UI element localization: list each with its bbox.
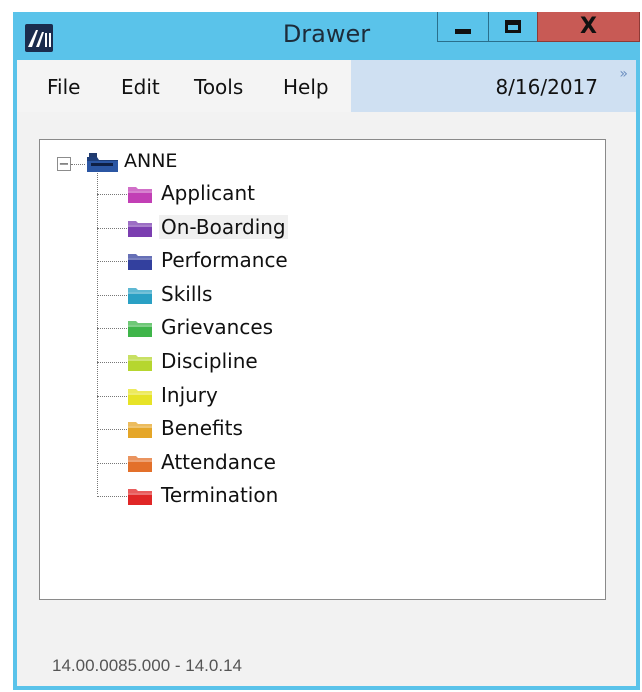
drawer-window: Drawer X File Edit Tools Help 8/16/2017 … <box>13 12 640 690</box>
menu-edit[interactable]: Edit <box>121 75 160 99</box>
tree-connector <box>97 362 127 363</box>
version-label: 14.00.0085.000 - 14.0.14 <box>52 656 242 675</box>
drawer-tree[interactable]: − ANNE Applicant On-Boarding Performance Sk… <box>39 139 606 600</box>
tree-item[interactable]: Attendance <box>97 448 517 478</box>
maximize-button[interactable] <box>488 12 538 42</box>
tree-connector <box>97 328 127 330</box>
tree-item-label[interactable]: Termination <box>159 483 280 507</box>
tree-item-label[interactable]: Discipline <box>159 349 260 373</box>
menu-tools[interactable]: Tools <box>194 75 243 99</box>
tree-root-label[interactable]: ANNE <box>124 150 177 172</box>
folder-icon <box>128 388 152 405</box>
tree-connector <box>97 294 127 296</box>
tree-item[interactable]: Termination <box>97 481 517 511</box>
menu-file[interactable]: File <box>47 75 80 99</box>
overflow-chevron-icon[interactable]: » <box>619 66 628 82</box>
folder-icon <box>128 455 152 472</box>
tree-item[interactable]: On-Boarding <box>97 213 517 243</box>
tree-item-label[interactable]: Injury <box>159 383 220 407</box>
close-icon: X <box>580 14 597 39</box>
tree-item[interactable]: Benefits <box>97 414 517 444</box>
blue-drawer-icon[interactable] <box>85 152 121 174</box>
client-area: File Edit Tools Help 8/16/2017 » − ANNE … <box>17 60 636 686</box>
menu-bar: File Edit Tools Help 8/16/2017 » <box>17 60 636 112</box>
title-bar[interactable]: Drawer X <box>13 12 640 60</box>
current-date: 8/16/2017 <box>495 75 598 99</box>
maximize-icon <box>505 20 521 33</box>
tree-connector <box>97 194 127 195</box>
folder-icon <box>128 254 152 271</box>
folder-icon <box>128 287 152 304</box>
tree-item-label[interactable]: Attendance <box>159 450 278 474</box>
tree-connector <box>97 261 127 263</box>
tree-connector <box>97 395 127 397</box>
tree-connector <box>71 164 85 165</box>
folder-icon <box>128 321 152 338</box>
tree-item[interactable]: Discipline <box>97 347 517 377</box>
tree-item[interactable]: Applicant <box>97 179 517 209</box>
close-button[interactable]: X <box>537 12 640 42</box>
minimize-icon <box>455 29 471 34</box>
tree-item-label[interactable]: Skills <box>159 282 214 306</box>
folder-icon <box>128 422 152 439</box>
tree-item-label[interactable]: On-Boarding <box>159 214 288 239</box>
tree-item[interactable]: Skills <box>97 280 517 310</box>
tree-item[interactable]: Injury <box>97 381 517 411</box>
menu-help[interactable]: Help <box>283 75 329 99</box>
tree-connector <box>97 496 127 498</box>
tree-connector <box>97 227 127 229</box>
tree-item-label[interactable]: Grievances <box>159 315 275 339</box>
tree-item-label[interactable]: Performance <box>159 248 290 272</box>
collapse-toggle-icon[interactable]: − <box>57 157 71 171</box>
tree-item[interactable]: Performance <box>97 246 517 276</box>
tree-connector <box>97 429 127 431</box>
tree-item[interactable]: Grievances <box>97 313 517 343</box>
minimize-button[interactable] <box>437 12 489 42</box>
tree-connector <box>97 462 127 464</box>
folder-icon <box>128 489 152 506</box>
tree-item-label[interactable]: Benefits <box>159 416 245 440</box>
folder-icon <box>128 220 152 237</box>
folder-icon <box>128 355 152 371</box>
tree-item-label[interactable]: Applicant <box>159 181 257 205</box>
folder-icon <box>128 187 152 203</box>
